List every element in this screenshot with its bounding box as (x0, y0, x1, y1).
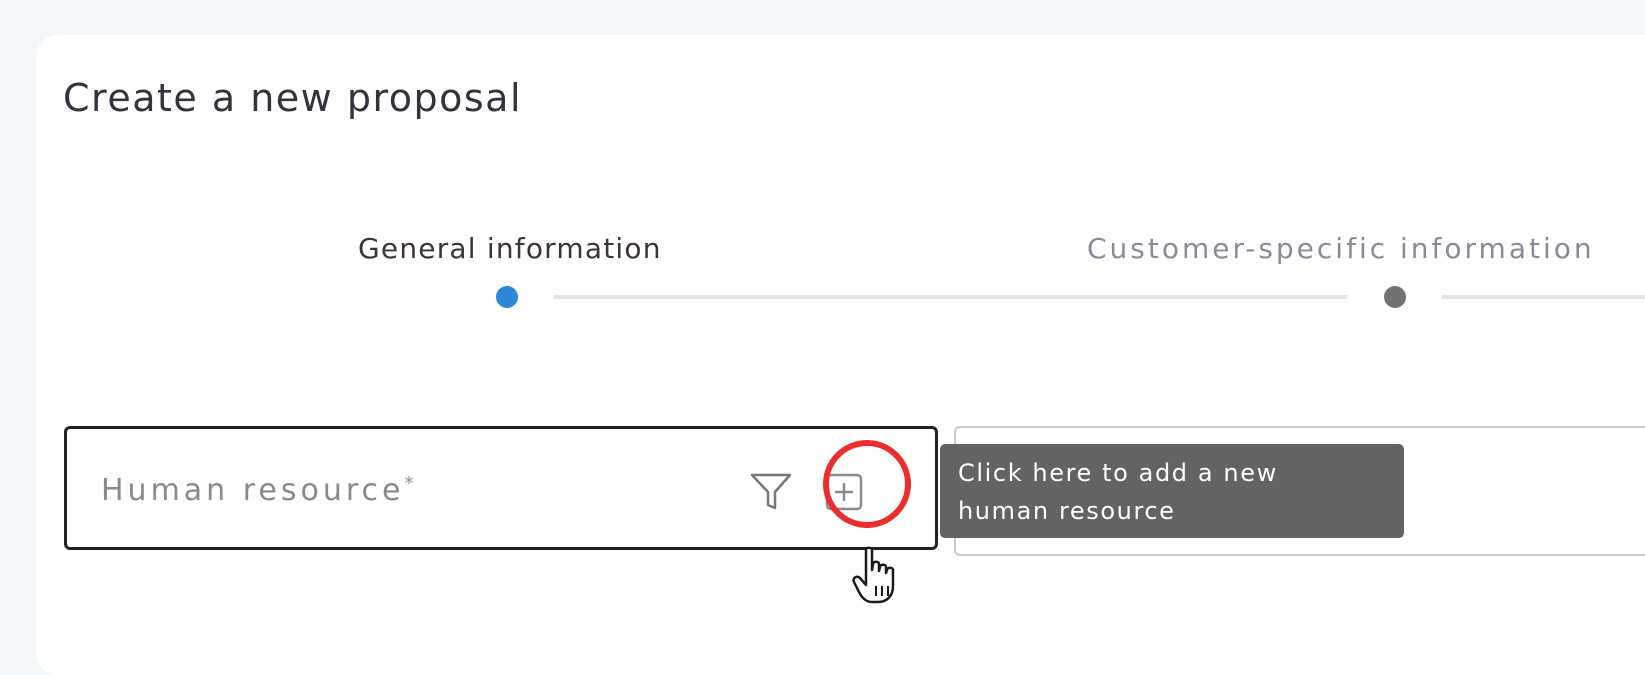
proposal-card (36, 35, 1645, 675)
tooltip-line-1: Click here to add a new (958, 459, 1278, 487)
step-indicator-active[interactable] (496, 286, 518, 308)
step-label-general-information[interactable]: General information (358, 232, 662, 265)
page-title: Create a new proposal (63, 76, 522, 120)
tooltip-line-2: human resource (958, 497, 1176, 525)
human-resource-label: Human resource* (101, 473, 414, 508)
human-resource-field[interactable]: Human resource* (64, 426, 938, 550)
step-indicator-inactive[interactable] (1384, 286, 1406, 308)
required-marker: * (404, 473, 414, 494)
add-human-resource-button[interactable] (824, 472, 864, 512)
step-label-customer-specific-information[interactable]: Customer-specific information (1087, 232, 1595, 265)
step-connector (554, 295, 1347, 299)
add-human-resource-tooltip: Click here to add a new human resource (940, 444, 1404, 538)
step-connector (1442, 295, 1645, 299)
filter-icon[interactable] (749, 472, 793, 512)
